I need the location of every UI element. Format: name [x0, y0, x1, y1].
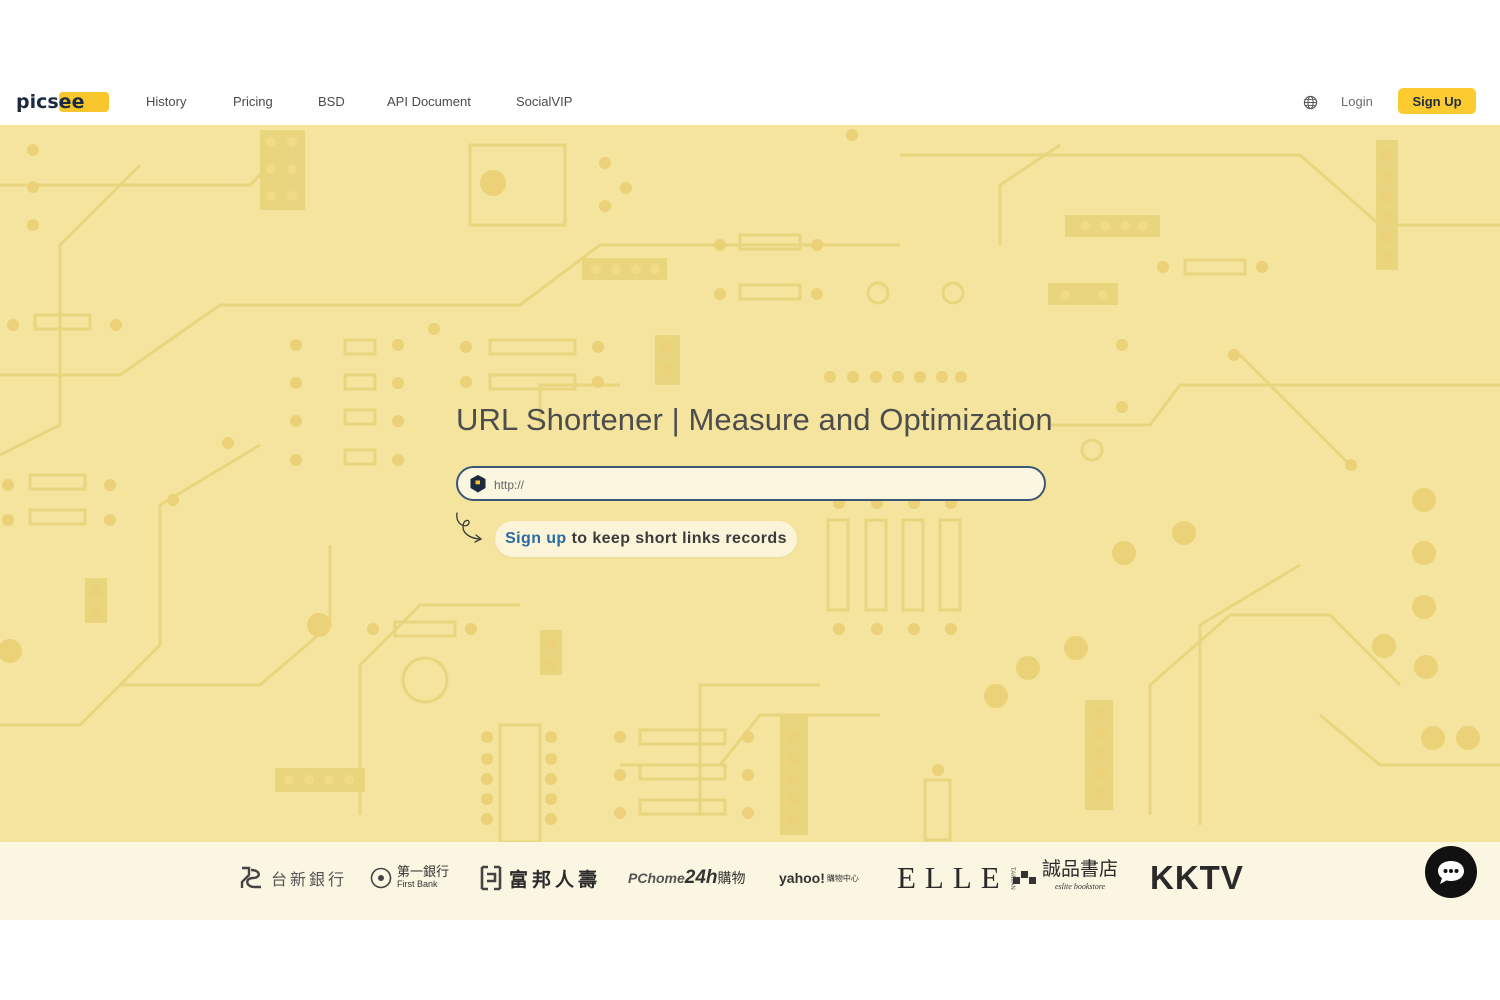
partner-yahoo: yahoo! 購物中心 — [779, 858, 859, 898]
hero-title: URL Shortener | Measure and Optimization — [456, 402, 1053, 437]
hero-section: URL Shortener | Measure and Optimization… — [0, 125, 1500, 842]
login-link[interactable]: Login — [1341, 94, 1373, 109]
eslite-logo-icon — [1013, 871, 1036, 884]
nav-bsd[interactable]: BSD — [318, 94, 345, 109]
nav-history[interactable]: History — [146, 94, 186, 109]
partner-taishin: 台新銀行 — [239, 858, 347, 898]
partner-pchome: PChome 24h 購物 — [628, 858, 746, 898]
signup-prompt-text: to keep short links records — [571, 530, 787, 547]
chat-button[interactable] — [1425, 846, 1477, 898]
firstbank-logo-icon — [370, 867, 392, 889]
picsee-pin-icon — [470, 475, 486, 493]
nav-api-document[interactable]: API Document — [387, 94, 471, 109]
url-input-box[interactable] — [456, 466, 1046, 501]
partner-name-suffix: 購物中心 — [826, 873, 859, 883]
partner-firstbank: 第一銀行 First Bank — [370, 858, 449, 898]
signup-prompt: Sign up to keep short links records — [495, 521, 797, 557]
partner-name: 富邦人壽 — [509, 869, 602, 891]
partner-name: 第一銀行 — [397, 864, 450, 879]
partner-kktv: KKTV — [1150, 858, 1244, 898]
nav-pricing[interactable]: Pricing — [233, 94, 273, 109]
partner-fubon: 富邦人壽 — [479, 858, 601, 898]
partner-subname: First Bank — [397, 879, 438, 889]
partner-elle: ELLE TAIWAN — [897, 858, 1015, 898]
url-input[interactable] — [492, 470, 1036, 499]
nav-socialvip[interactable]: SocialVIP — [516, 94, 572, 109]
partner-logos-strip: 台新銀行 第一銀行 First Bank 富邦人壽 PChome 24h 購物 … — [0, 842, 1500, 920]
globe-icon[interactable] — [1303, 95, 1318, 110]
partner-name: PChome — [628, 870, 685, 886]
partner-subname: eslite bookstore — [1054, 881, 1106, 891]
partner-name-suffix: 購物 — [717, 870, 746, 886]
top-navbar: picsee History Pricing BSD API Document … — [0, 78, 1500, 125]
curly-arrow-icon — [456, 512, 483, 543]
chat-bubble-icon — [1438, 861, 1464, 884]
fubon-logo-icon — [480, 865, 502, 891]
signup-link[interactable]: Sign up — [505, 530, 566, 548]
picsee-logo[interactable]: picsee — [15, 91, 109, 113]
signup-button[interactable]: Sign Up — [1398, 88, 1476, 114]
partner-name: ELLE — [897, 860, 1009, 895]
partner-name: 誠品書店 — [1042, 858, 1119, 880]
logo-text: picsee — [16, 91, 84, 113]
partner-name: yahoo! — [779, 870, 825, 886]
taishin-logo-icon — [240, 866, 261, 889]
partner-eslite: 誠品書店 eslite bookstore — [1013, 858, 1118, 898]
partner-name: KKTV — [1150, 859, 1244, 896]
partner-name-extra: 24h — [684, 867, 718, 888]
partner-name: 台新銀行 — [271, 872, 348, 889]
